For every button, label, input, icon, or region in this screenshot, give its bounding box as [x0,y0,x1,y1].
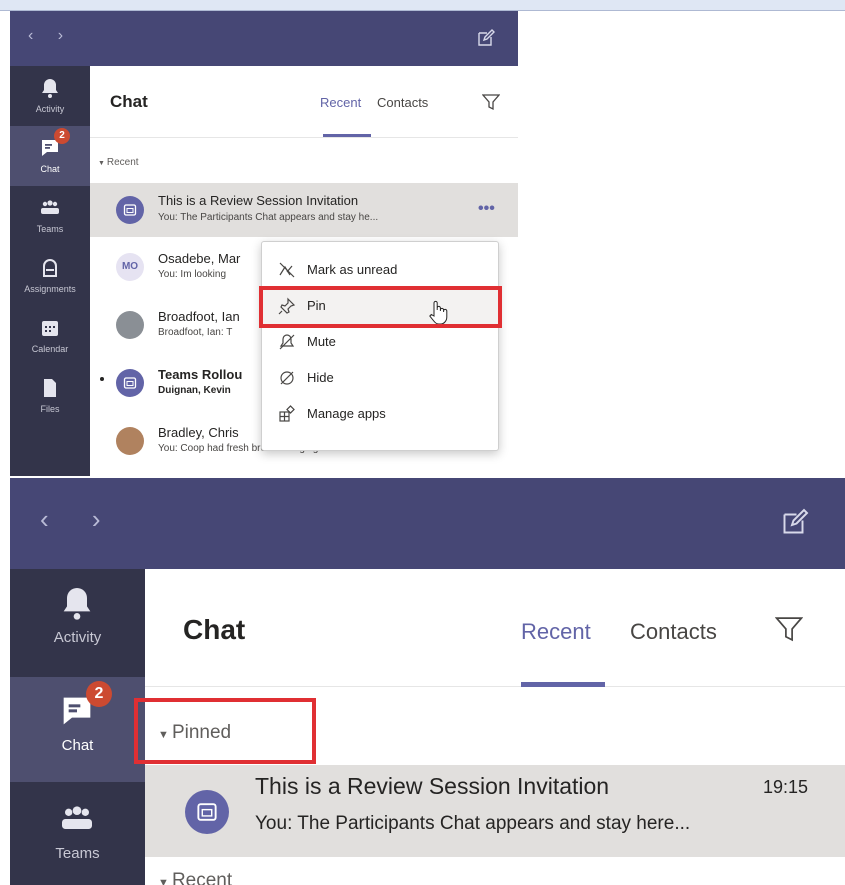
chat-name: This is a Review Session Invitation [255,773,610,799]
rail-item-teams[interactable]: Teams [10,186,90,246]
highlight-box-pinned [134,698,316,764]
history-nav[interactable]: ‹ › [40,504,119,535]
chat-preview: You: Im looking [158,269,227,280]
bell-icon [42,79,58,98]
active-tab-indicator [323,134,371,137]
rail-item-chat[interactable]: 2 Chat [10,677,145,782]
section-header-recent[interactable]: ▼ Recent [158,870,232,885]
meeting-icon [197,803,217,821]
assignments-icon [43,259,57,277]
unread-badge: 2 [86,681,112,707]
new-chat-icon[interactable] [476,28,496,53]
rail-label: Files [40,404,60,414]
new-chat-icon[interactable] [780,507,810,542]
tab-recent[interactable]: Recent [320,95,361,110]
tab-contacts[interactable]: Contacts [377,95,428,110]
meeting-icon [123,377,137,389]
app-rail: Activity 2 Chat Teams Assignments Calend… [10,66,90,476]
rail-item-assignments[interactable]: Assignments [10,246,90,306]
teams-window-before: ‹ › Activity 2 Chat Teams Assignments Ca… [10,11,518,476]
rail-item-calendar[interactable]: Calendar [10,306,90,366]
meeting-avatar [185,790,229,834]
window-top-strip [0,0,845,11]
rail-item-files[interactable]: Files [10,366,90,426]
chat-name: Bradley, Chris [158,425,239,440]
section-header-recent[interactable]: ▼ Recent [98,157,139,168]
title-bar: ‹ › [10,478,845,569]
chat-preview: You: The Participants Chat appears and s… [158,212,379,223]
rail-label: Chat [61,737,94,754]
app-rail: Activity 2 Chat Teams [10,569,145,885]
rail-label: Teams [36,224,64,234]
calendar-icon [42,321,58,336]
rail-label: Calendar [31,344,69,354]
manage-apps-icon [279,405,295,422]
avatar: MO [116,253,144,281]
bell-icon [63,588,91,620]
tab-recent[interactable]: Recent [521,619,591,645]
menu-item-manage-apps[interactable]: Manage apps [262,396,500,432]
avatar [116,311,144,339]
active-tab-indicator [521,682,605,687]
more-options-icon[interactable]: ••• [478,200,495,218]
unread-badge: 2 [54,128,70,144]
mute-icon [279,334,295,350]
chat-preview: You: The Participants Chat appears and s… [255,813,691,834]
title-bar: ‹ › [10,11,518,66]
chat-name: Osadebe, Mar [158,251,241,266]
highlight-box-pin [259,286,502,328]
teams-icon [62,806,92,829]
rail-label: Chat [40,164,60,174]
pinned-chat-item[interactable]: This is a Review Session Invitation 19:1… [145,765,845,857]
menu-item-mute[interactable]: Mute [262,324,500,360]
page-title: Chat [110,92,148,111]
chat-name: This is a Review Session Invitation [158,193,359,208]
meeting-icon [123,204,137,216]
rail-item-activity[interactable]: Activity [10,569,145,674]
chat-header: Chat Recent Contacts [145,569,845,687]
filter-icon[interactable] [775,615,803,643]
meeting-avatar [116,196,144,224]
chat-name: Broadfoot, Ian [158,309,240,324]
rail-label: Assignments [24,284,76,294]
history-nav[interactable]: ‹ › [28,27,73,45]
chat-preview: Broadfoot, Ian: T [158,327,233,338]
tab-contacts[interactable]: Contacts [630,619,717,645]
menu-item-mark-unread[interactable]: Mark as unread [262,252,500,288]
teams-icon [41,200,59,214]
rail-item-teams[interactable]: Teams [10,785,145,885]
chat-context-menu: Mark as unread Pin Mute Hide Manage apps [261,241,500,451]
page-title: Chat [183,614,246,645]
chat-preview: Duignan, Kevin [158,385,231,396]
rail-label: Teams [55,845,100,862]
teams-window-after: ‹ › Activity 2 Chat Teams Chat Recent Co… [10,478,845,885]
rail-label: Activity [53,629,102,646]
rail-item-activity[interactable]: Activity [10,66,90,126]
hide-icon [280,371,294,385]
chat-time: 19:15 [763,777,809,797]
chat-name: Teams Rollou [158,367,243,382]
menu-item-hide[interactable]: Hide [262,360,500,396]
rail-item-chat[interactable]: 2 Chat [10,126,90,186]
avatar [116,427,144,455]
unread-dot [100,377,104,381]
meeting-avatar [116,369,144,397]
chat-header: Chat Recent Contacts [90,66,518,138]
chat-list-item[interactable]: This is a Review Session Invitation You:… [90,183,518,237]
mark-unread-icon [279,262,295,278]
filter-icon[interactable] [482,93,500,111]
files-icon [44,379,56,397]
rail-label: Activity [35,104,65,114]
